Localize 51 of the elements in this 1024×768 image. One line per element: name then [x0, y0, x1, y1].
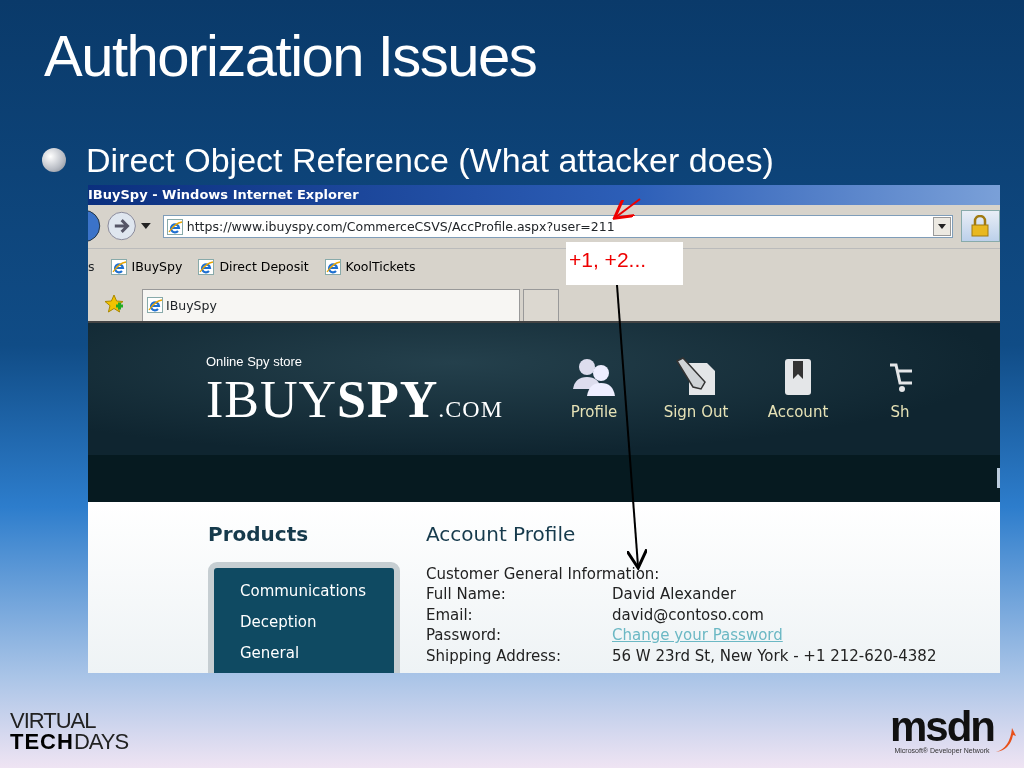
favorite-link[interactable]: KoolTickets	[324, 258, 416, 275]
nav-link[interactable]: Sh	[860, 356, 940, 421]
forward-button[interactable]	[105, 210, 137, 243]
favorite-link[interactable]: Direct Deposit	[198, 258, 309, 275]
field-label: Shipping Address:	[426, 645, 562, 667]
annotation-arrow	[612, 197, 641, 220]
lock-button[interactable]	[960, 210, 1000, 243]
bullet-text: Direct Object Reference (What attacker does)	[86, 139, 774, 180]
event-logo: VIRTUAL TECHDAYS	[10, 711, 129, 753]
site-tagline: Online Spy store	[206, 353, 304, 372]
caret-icon[interactable]	[141, 223, 151, 230]
msdn-logo: msdn	[890, 707, 994, 746]
section-label: Customer General Information:	[426, 563, 661, 585]
category-link[interactable]: Communications	[240, 581, 394, 613]
annotation-note: +1, +2...	[566, 241, 683, 285]
page-heading: Account Profile	[426, 521, 577, 546]
field-label: Email:	[426, 604, 474, 626]
scrollbar-edge	[997, 468, 1000, 489]
field-label: Full Name:	[426, 584, 507, 605]
swoosh-icon	[996, 727, 1016, 752]
field-value: david@contoso.com	[612, 604, 764, 626]
favorite-link[interactable]: IBuySpy	[110, 258, 183, 275]
field-value: 56 W 23rd St, New York - +1 212-620-4382	[612, 645, 937, 667]
nav-link[interactable]: Account	[758, 356, 838, 421]
field-value: David Alexander	[612, 584, 736, 605]
url-text: https://www.ibuyspy.com/CommerceCSVS/AccProfile.aspx?user=211	[186, 218, 616, 234]
category-link[interactable]: Deception	[240, 612, 394, 644]
slide-title: Authorization Issues	[43, 22, 538, 88]
window-title: IBuySpy - Windows Internet Explorer	[88, 184, 1000, 205]
browser-icon	[198, 258, 215, 275]
browser-tab[interactable]: IBuySpy	[142, 288, 520, 321]
caret-icon	[937, 223, 946, 229]
favorites-label: s	[88, 259, 95, 275]
people-icon	[572, 356, 616, 397]
site-logo[interactable]: IBUYSPY.COM	[206, 373, 504, 426]
lock-icon	[970, 215, 991, 238]
browser-icon	[166, 218, 183, 235]
nav-link[interactable]: Profile	[554, 356, 634, 421]
bookmark-icon	[783, 356, 813, 397]
browser-icon	[324, 258, 341, 275]
favorites-star-icon[interactable]	[104, 293, 124, 314]
browser-icon	[147, 297, 163, 314]
back-button[interactable]	[88, 209, 102, 244]
bullet-icon	[42, 147, 66, 172]
field-label: Password:	[426, 625, 503, 646]
nav-link[interactable]: Sign Out	[656, 356, 736, 421]
browser-icon	[110, 258, 127, 275]
sidebar-heading: Products	[208, 521, 310, 546]
address-field[interactable]: https://www.ibuyspy.com/CommerceCSVS/AccProfile.aspx?user=211	[162, 214, 953, 238]
dropdown-button[interactable]	[932, 216, 951, 236]
category-link[interactable]: General	[240, 643, 394, 673]
